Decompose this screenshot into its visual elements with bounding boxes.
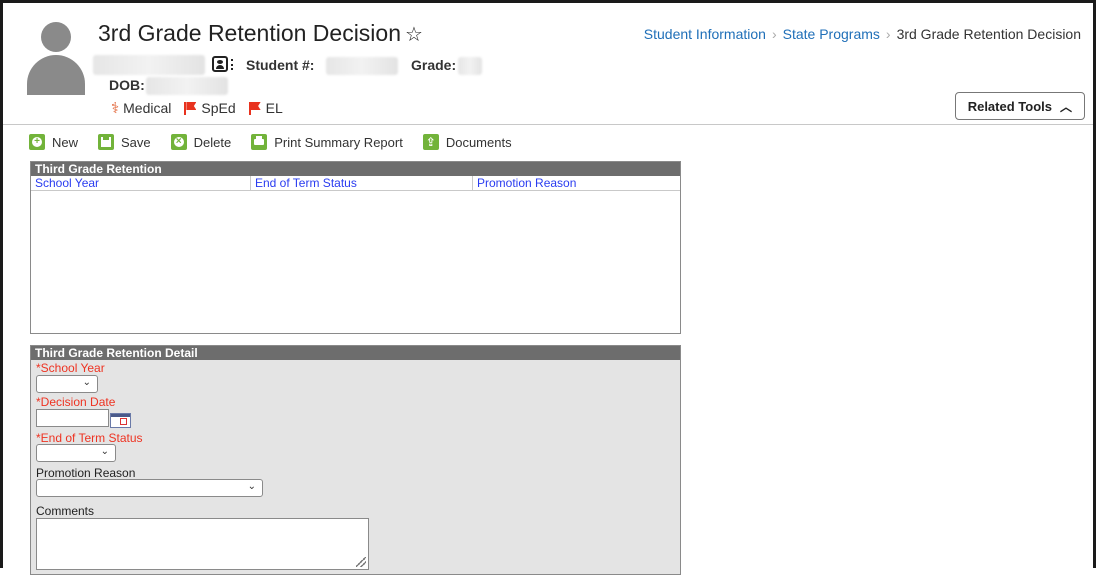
chevron-down-icon: ⌄ — [82, 377, 91, 388]
flag-icon — [248, 101, 262, 115]
plus-icon: + — [29, 134, 45, 150]
flag-sped-label: SpEd — [201, 100, 236, 116]
new-label: New — [52, 134, 79, 150]
school-year-select[interactable]: ⌄ — [36, 375, 98, 393]
flag-medical[interactable]: ⚕ Medical — [111, 99, 171, 117]
retention-detail-panel: Third Grade Retention Detail *School Yea… — [30, 345, 681, 575]
contact-card-icon[interactable] — [212, 56, 233, 72]
upload-icon: ⇪ — [422, 134, 439, 150]
retention-list-panel: Third Grade Retention School Year End of… — [30, 161, 681, 334]
decision-date-label: *Decision Date — [36, 395, 116, 409]
flag-sped[interactable]: SpEd — [183, 100, 236, 116]
save-icon — [98, 134, 115, 150]
column-school-year[interactable]: School Year — [31, 176, 251, 190]
delete-label: Delete — [193, 134, 232, 150]
dob-redacted — [146, 77, 228, 95]
printer-icon — [251, 134, 268, 150]
flag-icon — [183, 101, 197, 115]
promotion-reason-label: Promotion Reason — [36, 466, 136, 480]
end-of-term-status-label: *End of Term Status — [36, 431, 143, 445]
student-name-redacted — [93, 55, 205, 75]
school-year-label: *School Year — [36, 361, 105, 375]
end-of-term-status-select[interactable]: ⌄ — [36, 444, 116, 462]
save-label: Save — [121, 134, 151, 150]
column-promotion-reason[interactable]: Promotion Reason — [473, 176, 680, 190]
student-avatar — [27, 22, 85, 96]
delete-icon: × — [170, 134, 187, 150]
retention-list-title: Third Grade Retention — [31, 162, 680, 176]
grade-label: Grade: — [411, 57, 457, 73]
flag-medical-label: Medical — [123, 100, 172, 116]
comments-label: Comments — [36, 504, 95, 518]
new-button[interactable]: + New — [29, 134, 78, 150]
calendar-icon[interactable] — [110, 413, 131, 428]
chevron-down-icon: ⌄ — [100, 446, 109, 457]
breadcrumb: Student Information › State Programs › 3rd G… — [644, 26, 1081, 42]
documents-button[interactable]: ⇪ Documents — [422, 134, 512, 150]
flag-el-label: EL — [265, 100, 283, 116]
breadcrumb-current: 3rd Grade Retention Decision — [896, 26, 1081, 42]
dob-label: DOB: — [109, 77, 145, 93]
medical-icon: ⚕ — [111, 100, 120, 117]
print-summary-report-label: Print Summary Report — [274, 134, 403, 150]
decision-date-input[interactable] — [36, 409, 109, 427]
student-number-label: Student #: — [246, 57, 315, 73]
breadcrumb-state-programs[interactable]: State Programs — [783, 26, 880, 42]
app-frame: 3rd Grade Retention Decision ☆ Student In… — [0, 0, 1096, 575]
comments-textarea[interactable] — [36, 518, 369, 570]
documents-label: Documents — [445, 134, 512, 150]
column-end-of-term-status[interactable]: End of Term Status — [251, 176, 473, 190]
student-flags: ⚕ Medical SpEd EL — [111, 99, 283, 117]
student-number-redacted — [326, 57, 398, 75]
breadcrumb-separator-icon: › — [771, 26, 777, 42]
save-button[interactable]: Save — [98, 134, 151, 150]
print-summary-report-button[interactable]: Print Summary Report — [251, 134, 403, 150]
chevron-down-icon: ⌄ — [247, 481, 256, 492]
flag-el[interactable]: EL — [248, 100, 283, 116]
related-tools-button[interactable]: Related Tools ︿ — [954, 92, 1085, 120]
page-title-text: 3rd Grade Retention Decision — [98, 20, 401, 46]
retention-detail-title: Third Grade Retention Detail — [31, 346, 680, 360]
header-divider — [3, 124, 1093, 125]
page-title: 3rd Grade Retention Decision ☆ — [98, 20, 423, 47]
breadcrumb-separator-icon: › — [885, 26, 891, 42]
resize-grip-icon[interactable] — [356, 557, 366, 567]
retention-list-header: School Year End of Term Status Promotion… — [31, 176, 680, 191]
star-outline-icon[interactable]: ☆ — [405, 24, 423, 46]
grade-redacted — [458, 57, 482, 75]
promotion-reason-select[interactable]: ⌄ — [36, 479, 263, 497]
toolbar: + New Save × Delete Print Summary Report… — [29, 131, 532, 153]
related-tools-label: Related Tools — [967, 98, 1052, 114]
delete-button[interactable]: × Delete — [170, 134, 232, 150]
chevron-up-icon: ︿ — [1059, 99, 1072, 114]
breadcrumb-student-information[interactable]: Student Information — [644, 26, 766, 42]
